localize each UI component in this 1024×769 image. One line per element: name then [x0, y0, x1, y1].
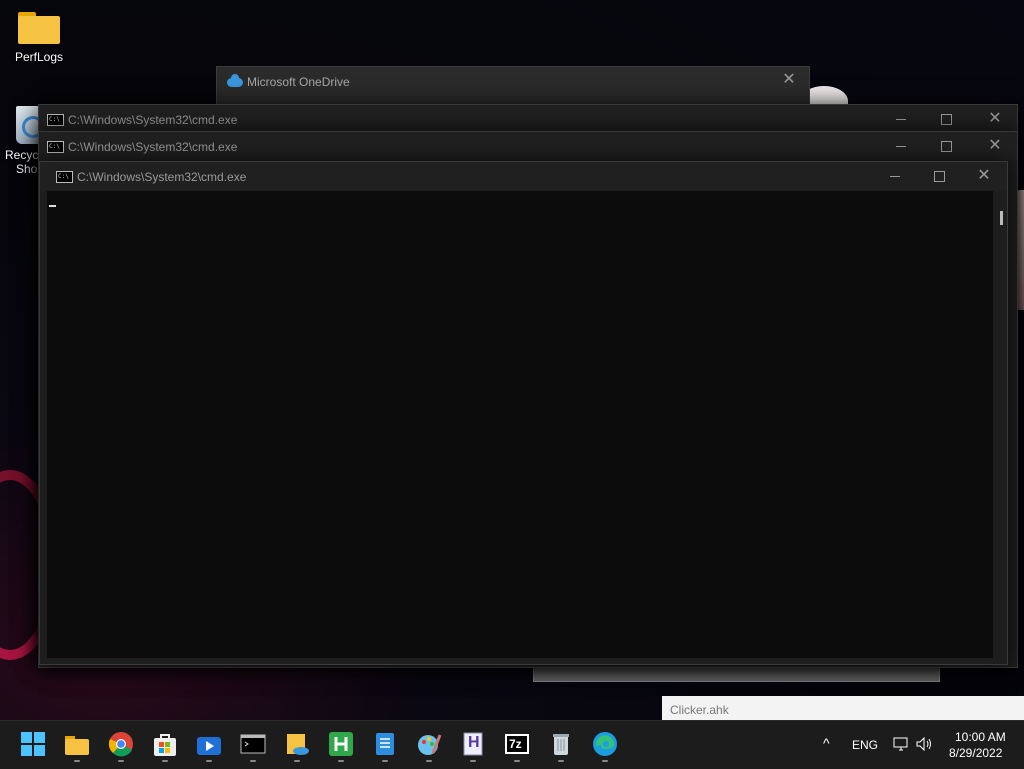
desktop-icon-perflogs[interactable]: PerfLogs [4, 12, 74, 64]
clock-time[interactable]: 10:00 AM [955, 730, 1006, 744]
clicker-label: Clicker.ahk [670, 703, 729, 717]
terminal-icon[interactable] [240, 731, 266, 762]
volume-icon[interactable] [916, 736, 934, 756]
close-button[interactable]: ✕ [975, 135, 1015, 157]
cmd-icon: C:\ [56, 171, 73, 183]
onedrive-title: Microsoft OneDrive [247, 75, 350, 89]
cmd-title-3: C:\Windows\System32\cmd.exe [77, 170, 247, 184]
notepad-icon[interactable] [372, 731, 398, 762]
cmd-titlebar-1[interactable]: C:\ C:\Windows\System32\cmd.exe ✕ [39, 105, 1017, 133]
file-explorer-icon[interactable] [64, 731, 90, 762]
desktop-icon-label: PerfLogs [14, 50, 64, 64]
maximize-button[interactable] [926, 135, 966, 157]
cmd-titlebar-3[interactable]: C:\ C:\Windows\System32\cmd.exe ✕ [40, 162, 1007, 190]
recycle-app-icon[interactable] [548, 731, 574, 762]
maximize-button[interactable] [926, 108, 966, 130]
clicker-ahk-window[interactable]: Clicker.ahk [662, 696, 1024, 720]
onedrive-close-button[interactable]: ✕ [769, 69, 809, 91]
store-icon[interactable] [152, 731, 178, 762]
text-cursor [49, 205, 56, 207]
clock-date[interactable]: 8/29/2022 [949, 746, 1002, 760]
cmd-title-2: C:\Windows\System32\cmd.exe [68, 140, 238, 154]
close-button[interactable]: ✕ [975, 108, 1015, 130]
cmd-icon: C:\ [47, 141, 64, 153]
onedrive-window[interactable]: Microsoft OneDrive ✕ [216, 66, 810, 108]
minimize-button[interactable] [881, 108, 921, 130]
cmd-titlebar-2[interactable]: C:\ C:\Windows\System32\cmd.exe ✕ [39, 132, 1017, 160]
paint-icon[interactable] [416, 731, 442, 762]
maximize-button[interactable] [919, 165, 959, 187]
7zip-icon[interactable]: 7z [504, 731, 530, 762]
onedrive-cloud-icon [227, 74, 243, 87]
cmd-title-1: C:\Windows\System32\cmd.exe [68, 113, 238, 127]
onedrive-folder-icon[interactable] [284, 731, 310, 762]
hex-editor-icon[interactable]: H [460, 731, 486, 762]
folder-icon [18, 12, 60, 44]
cmd-icon: C:\ [47, 114, 64, 126]
minimize-button[interactable] [875, 165, 915, 187]
7zip-text: 7z [509, 737, 522, 751]
language-indicator[interactable]: ENG [852, 738, 878, 752]
h-app-icon[interactable] [328, 731, 354, 762]
minimize-button[interactable] [881, 135, 921, 157]
console-output-area[interactable] [47, 191, 1003, 658]
start-icon[interactable] [20, 731, 46, 757]
tray-chevron-icon[interactable]: ^ [823, 735, 830, 751]
chrome-icon[interactable] [108, 731, 134, 762]
media-player-icon[interactable] [196, 731, 222, 762]
network-icon[interactable] [893, 737, 909, 756]
close-button[interactable]: ✕ [964, 165, 1004, 187]
taskbar: H 7z ^ ENG 10:00 AM 8/29/2022 [0, 720, 1024, 769]
hex-editor-letter: H [468, 734, 480, 751]
cmd-window-3[interactable]: C:\ C:\Windows\System32\cmd.exe ✕ [39, 161, 1008, 665]
edge-icon[interactable] [592, 731, 618, 762]
scrollbar-thumb[interactable] [1000, 211, 1003, 225]
